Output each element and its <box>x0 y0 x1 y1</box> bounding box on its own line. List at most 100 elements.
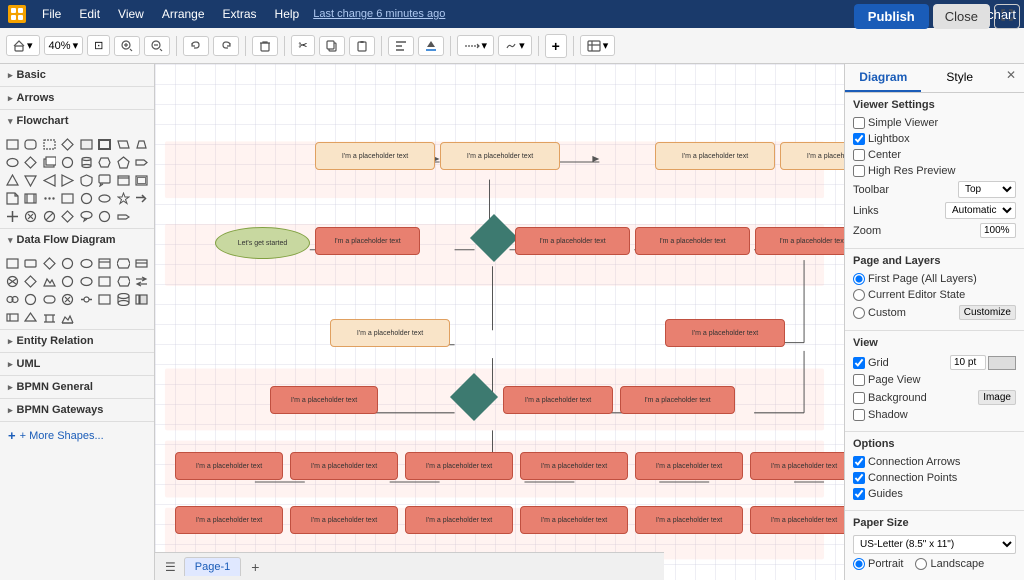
shape-rect-rounded[interactable] <box>23 136 39 152</box>
shape-double-rect[interactable] <box>134 172 150 188</box>
connection-arrows-label[interactable]: Connection Arrows <box>853 456 960 468</box>
shape-dots[interactable] <box>41 190 57 206</box>
zoom-fit-button[interactable]: ⊡ <box>87 35 110 56</box>
portrait-radio[interactable] <box>853 558 865 570</box>
shape-arrow-right-2[interactable] <box>134 190 150 206</box>
landscape-radio[interactable] <box>915 558 927 570</box>
df-shape-20[interactable] <box>60 291 76 307</box>
node-bot2-2[interactable]: I'm a placeholder text <box>290 506 398 534</box>
node-bot1-3[interactable]: I'm a placeholder text <box>405 452 513 480</box>
df-shape-25[interactable] <box>4 309 20 325</box>
insert-button[interactable]: + <box>545 34 567 58</box>
home-button[interactable]: ▾ <box>6 35 40 56</box>
df-shape-2[interactable] <box>23 255 39 271</box>
node-row2-1[interactable]: I'm a placeholder text <box>315 227 420 255</box>
paper-size-select[interactable]: US-Letter (8.5" x 11") A4 A3 Legal <box>853 535 1016 554</box>
lightbox-label[interactable]: Lightbox <box>853 133 910 145</box>
zoom-value-input[interactable] <box>980 223 1016 238</box>
node-top-1[interactable]: I'm a placeholder text <box>315 142 435 170</box>
links-select[interactable]: Automatic <box>945 202 1016 219</box>
shape-star[interactable] <box>115 190 131 206</box>
df-shape-9[interactable] <box>4 273 20 289</box>
node-oval-start[interactable]: Let's get started <box>215 227 310 259</box>
shape-diamond-3[interactable] <box>60 208 76 224</box>
section-bpmn-gateways-header[interactable]: BPMN Gateways <box>0 399 154 421</box>
df-shape-23[interactable] <box>115 291 131 307</box>
shape-cross[interactable] <box>4 208 20 224</box>
df-shape-1[interactable] <box>4 255 20 271</box>
shape-callout2[interactable] <box>78 208 94 224</box>
shape-circle-3[interactable] <box>97 208 113 224</box>
section-arrows-header[interactable]: Arrows <box>0 87 154 109</box>
df-shape-7[interactable] <box>115 255 131 271</box>
cut-button[interactable]: ✂ <box>291 35 314 56</box>
shape-oval[interactable] <box>4 154 20 170</box>
shape-circle[interactable] <box>60 154 76 170</box>
node-bot2-3[interactable]: I'm a placeholder text <box>405 506 513 534</box>
copy-button[interactable] <box>319 36 345 56</box>
guides-label[interactable]: Guides <box>853 488 903 500</box>
center-label[interactable]: Center <box>853 149 901 161</box>
node-mid-2[interactable]: I'm a placeholder text <box>665 319 785 347</box>
node-row2-3[interactable]: I'm a placeholder text <box>635 227 750 255</box>
connection-style-button[interactable]: ▾ <box>457 35 495 56</box>
first-page-radio[interactable] <box>853 273 865 285</box>
guides-checkbox[interactable] <box>853 488 865 500</box>
node-bot1-1[interactable]: I'm a placeholder text <box>175 452 283 480</box>
current-editor-label[interactable]: Current Editor State <box>853 289 965 301</box>
shape-circle-2[interactable] <box>78 190 94 206</box>
simple-viewer-label[interactable]: Simple Viewer <box>853 117 938 129</box>
shape-right-triangle[interactable] <box>60 172 76 188</box>
df-shape-24[interactable] <box>134 291 150 307</box>
grid-value-input[interactable] <box>950 355 986 370</box>
section-dataflow-header[interactable]: Data Flow Diagram <box>0 229 154 251</box>
shape-rect-bold[interactable] <box>97 136 113 152</box>
node-bot1-5[interactable]: I'm a placeholder text <box>635 452 743 480</box>
df-shape-13[interactable] <box>78 273 94 289</box>
toolbar-select[interactable]: Top Bottom Left Right <box>958 181 1016 198</box>
node-bot1-4[interactable]: I'm a placeholder text <box>520 452 628 480</box>
menu-help[interactable]: Help <box>267 5 308 23</box>
panel-close-button[interactable]: ✕ <box>998 64 1024 92</box>
custom-radio[interactable] <box>853 307 865 319</box>
center-checkbox[interactable] <box>853 149 865 161</box>
undo-button[interactable] <box>183 36 209 56</box>
df-shape-14[interactable] <box>97 273 113 289</box>
custom-label[interactable]: Custom <box>853 307 906 319</box>
connection-points-label[interactable]: Connection Points <box>853 472 957 484</box>
node-top-4[interactable]: I'm a placeholder text <box>780 142 844 170</box>
menu-extras[interactable]: Extras <box>215 5 265 23</box>
menu-arrange[interactable]: Arrange <box>154 5 213 23</box>
waypoint-button[interactable]: ▾ <box>498 35 532 56</box>
page-view-checkbox[interactable] <box>853 374 865 386</box>
shape-arrow-right[interactable] <box>134 154 150 170</box>
node-top-3[interactable]: I'm a placeholder text <box>655 142 775 170</box>
page-menu-button[interactable]: ☰ <box>161 558 180 576</box>
shape-triangle[interactable] <box>4 172 20 188</box>
background-checkbox[interactable] <box>853 392 865 404</box>
shape-cylinder[interactable] <box>78 154 94 170</box>
section-basic-header[interactable]: Basic <box>0 64 154 86</box>
node-bot1-6[interactable]: I'm a placeholder text <box>750 452 844 480</box>
node-bot2-5[interactable]: I'm a placeholder text <box>635 506 743 534</box>
shape-rect[interactable] <box>4 136 20 152</box>
shape-pentagon[interactable] <box>115 154 131 170</box>
shape-process[interactable] <box>23 190 39 206</box>
menu-file[interactable]: File <box>34 5 69 23</box>
grid-checkbox[interactable] <box>853 357 865 369</box>
shape-rect-2[interactable] <box>115 172 131 188</box>
df-shape-22[interactable] <box>97 291 113 307</box>
df-shape-6[interactable] <box>97 255 113 271</box>
shape-diamond[interactable] <box>60 136 76 152</box>
node-row2-2[interactable]: I'm a placeholder text <box>515 227 630 255</box>
node-top-2[interactable]: I'm a placeholder text <box>440 142 560 170</box>
df-shape-12[interactable] <box>60 273 76 289</box>
shape-trapezoid[interactable] <box>134 136 150 152</box>
node-bot1-2[interactable]: I'm a placeholder text <box>290 452 398 480</box>
landscape-label[interactable]: Landscape <box>915 558 984 570</box>
section-uml-header[interactable]: UML <box>0 353 154 375</box>
shape-diamond-2[interactable] <box>23 154 39 170</box>
shape-note[interactable] <box>4 190 20 206</box>
node-row3-2[interactable]: I'm a placeholder text <box>503 386 613 414</box>
df-shape-27[interactable] <box>41 309 57 325</box>
